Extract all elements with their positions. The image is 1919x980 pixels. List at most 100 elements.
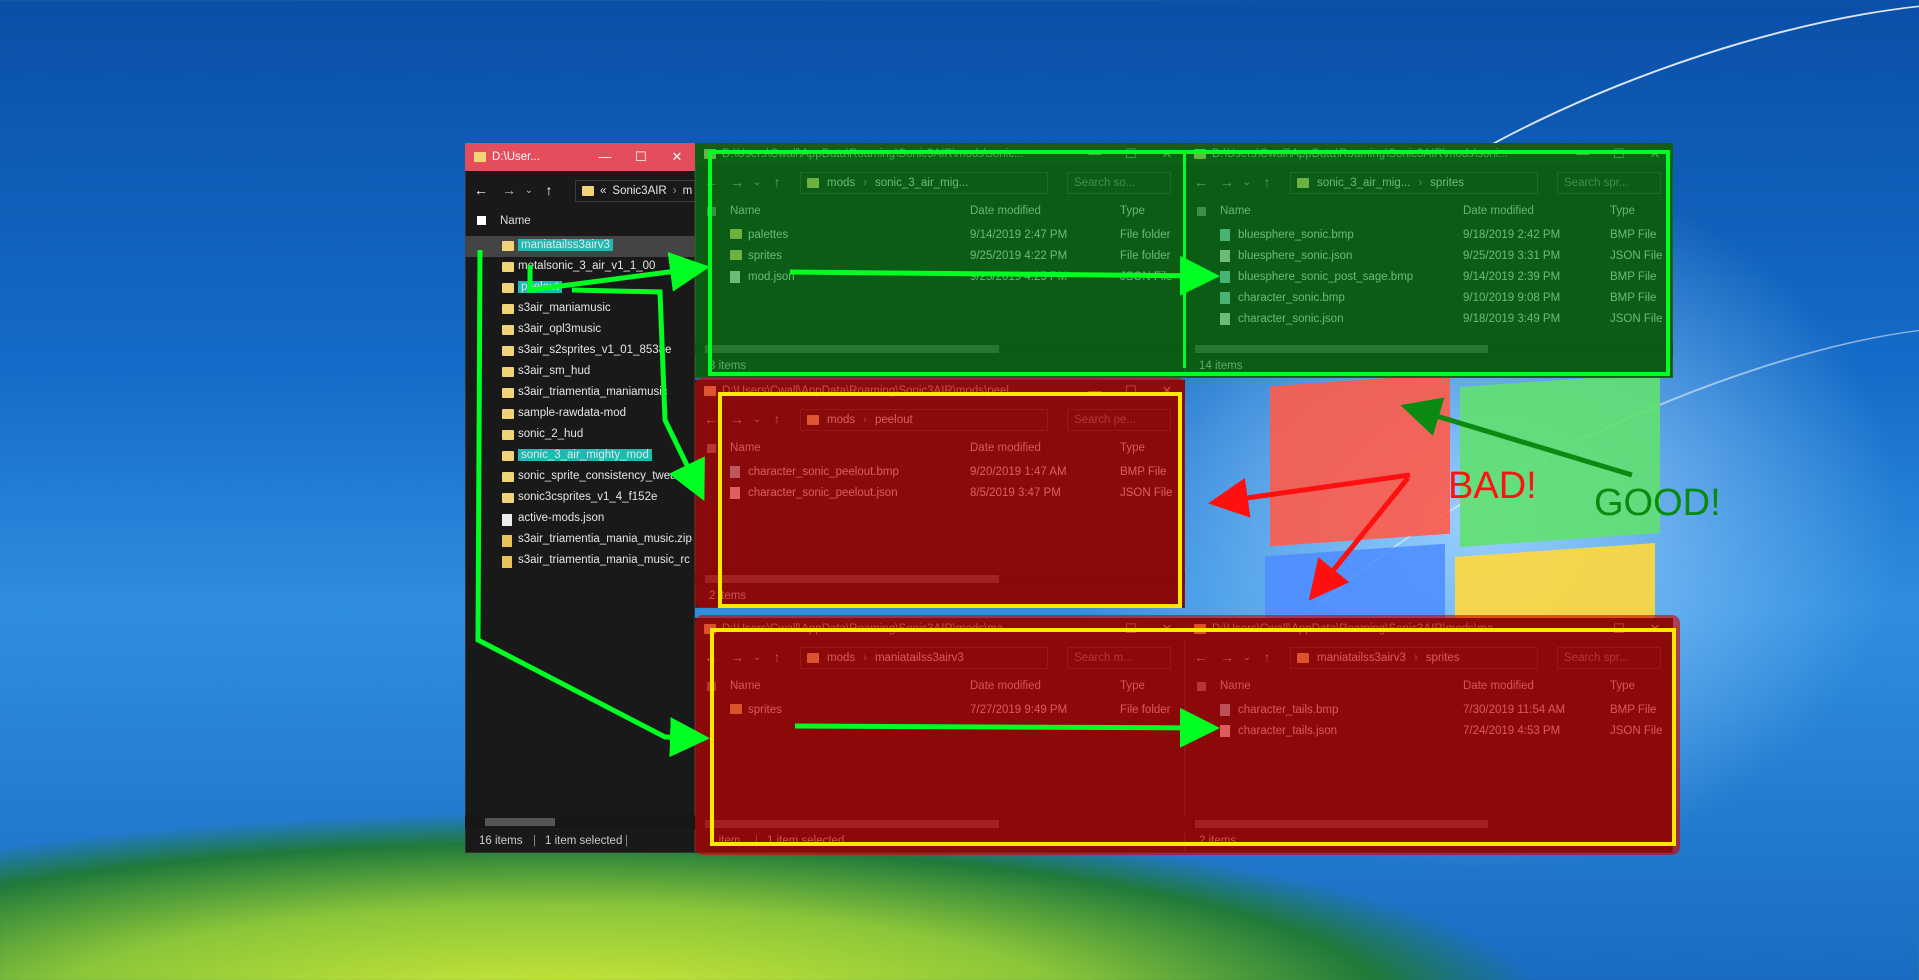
list-item[interactable]: active-mods.json (465, 509, 695, 530)
chevron-down-icon[interactable]: ⌄ (747, 652, 767, 663)
back-arrow-icon[interactable]: ← (701, 649, 721, 665)
address-crumb[interactable]: sonic_3_air_mig... (875, 177, 968, 189)
table-row[interactable]: character_sonic.bmp 9/10/2019 9:08 PM BMP … (1185, 291, 1673, 308)
address-crumb[interactable]: peelout (875, 414, 913, 426)
list-item[interactable]: s3air_maniamusic (465, 299, 695, 320)
column-header[interactable]: Name Date modified Type (1185, 201, 1673, 223)
address-crumb[interactable]: mods (827, 177, 855, 189)
list-item[interactable]: sonic_3_air_mighty_mod (465, 446, 695, 467)
column-header[interactable]: Name Date modified Type (1185, 676, 1673, 698)
column-type[interactable]: Type (1610, 205, 1635, 217)
address-crumb[interactable]: sprites (1426, 652, 1460, 664)
list-item[interactable]: maniatailss3airv3 (465, 236, 695, 257)
table-row[interactable]: character_sonic.json 9/18/2019 3:49 PM JSO… (1185, 312, 1673, 329)
table-row[interactable]: character_sonic_peelout.json 8/5/2019 3:4… (695, 486, 1185, 503)
address-crumb[interactable]: mods (827, 652, 855, 664)
list-item[interactable]: s3air_triamentia_mania_music.zip (465, 530, 695, 551)
list-item[interactable]: sonic_sprite_consistency_tweaks_ (465, 467, 695, 488)
select-all-checkbox[interactable] (707, 682, 716, 691)
select-all-checkbox[interactable] (1197, 682, 1206, 691)
address-bar[interactable]: sonic_3_air_mig... › sprites (1290, 172, 1538, 194)
title-bar[interactable]: D:\Users\Cwall\AppData\Roaming\Sonic3AIR… (1185, 618, 1673, 640)
search-input[interactable]: Search so... (1067, 172, 1171, 194)
explorer-window-peelout[interactable]: D:\Users\Cwall\AppData\Roaming\Sonic3AIR… (695, 380, 1185, 608)
horizontal-scrollbar[interactable] (1185, 342, 1673, 356)
table-row[interactable]: sprites 9/25/2019 4:22 PM File folder (695, 249, 1185, 266)
maximize-button[interactable]: ☐ (1113, 621, 1149, 637)
list-item[interactable]: s3air_triamentia_maniamusic (465, 383, 695, 404)
select-all-checkbox[interactable] (1197, 207, 1206, 216)
explorer-window-sonic3mighty-sprites[interactable]: D:\Users\Cwall\AppData\Roaming\Sonic3AIR… (1185, 143, 1673, 378)
forward-arrow-icon[interactable]: → (727, 411, 747, 427)
forward-arrow-icon[interactable]: → (499, 182, 519, 198)
forward-arrow-icon[interactable]: → (727, 174, 747, 190)
address-crumb[interactable]: sonic_3_air_mig... (1317, 177, 1410, 189)
list-item[interactable]: s3air_sm_hud (465, 362, 695, 383)
address-bar[interactable]: maniatailss3airv3 › sprites (1290, 647, 1538, 669)
maximize-button[interactable]: ☐ (1601, 621, 1637, 637)
table-row[interactable]: character_tails.json 7/24/2019 4:53 PM JSO… (1185, 724, 1673, 741)
horizontal-scrollbar[interactable] (695, 572, 1185, 586)
search-input[interactable]: Search pe... (1067, 409, 1171, 431)
table-row[interactable]: bluesphere_sonic_post_sage.bmp 9/14/2019 … (1185, 270, 1673, 287)
chevron-down-icon[interactable]: ⌄ (747, 177, 767, 188)
chevron-down-icon[interactable]: ⌄ (1237, 652, 1257, 663)
column-type[interactable]: Type (1120, 442, 1145, 454)
address-bar[interactable]: « Sonic3AIR › m (575, 180, 695, 202)
list-item[interactable]: s3air_s2sprites_v1_01_8538e (465, 341, 695, 362)
list-item[interactable]: sample-rawdata-mod (465, 404, 695, 425)
search-input[interactable]: Search spr... (1557, 647, 1661, 669)
close-button[interactable]: ✕ (1637, 146, 1673, 162)
table-row[interactable]: bluesphere_sonic.json 9/25/2019 3:31 PM JS… (1185, 249, 1673, 266)
up-arrow-icon[interactable]: ↑ (767, 174, 787, 190)
address-crumb[interactable]: maniatailss3airv3 (875, 652, 964, 664)
chevron-down-icon[interactable]: ⌄ (519, 185, 539, 196)
back-arrow-icon[interactable]: ← (1191, 174, 1211, 190)
column-type[interactable]: Type (1610, 680, 1635, 692)
table-row[interactable]: mod.json 9/25/2019 4:25 PM JSON File (695, 270, 1185, 287)
column-header[interactable]: Name Date modified Type (695, 201, 1185, 223)
column-date[interactable]: Date modified (1463, 205, 1534, 217)
up-arrow-icon[interactable]: ↑ (1257, 174, 1277, 190)
search-input[interactable]: Search spr... (1557, 172, 1661, 194)
select-all-checkbox[interactable] (477, 216, 486, 225)
select-all-checkbox[interactable] (707, 207, 716, 216)
address-crumb[interactable]: Sonic3AIR (612, 185, 666, 197)
close-button[interactable]: ✕ (1637, 621, 1673, 637)
address-bar[interactable]: mods › sonic_3_air_mig... (800, 172, 1048, 194)
column-name[interactable]: Name (500, 215, 531, 227)
column-name[interactable]: Name (730, 442, 761, 454)
explorer-window-maniatails-sprites[interactable]: D:\Users\Cwall\AppData\Roaming\Sonic3AIR… (1185, 618, 1673, 853)
list-item[interactable]: s3air_opl3music (465, 320, 695, 341)
up-arrow-icon[interactable]: ↑ (1257, 649, 1277, 665)
forward-arrow-icon[interactable]: → (1217, 174, 1237, 190)
table-row[interactable]: bluesphere_sonic.bmp 9/18/2019 2:42 PM BMP… (1185, 228, 1673, 245)
back-arrow-icon[interactable]: ← (701, 174, 721, 190)
maximize-button[interactable]: ☐ (623, 149, 659, 165)
up-arrow-icon[interactable]: ↑ (767, 411, 787, 427)
close-button[interactable]: ✕ (1149, 621, 1185, 637)
list-item[interactable]: metalsonic_3_air_v1_1_00 (465, 257, 695, 278)
table-row[interactable]: palettes 9/14/2019 2:47 PM File folder (695, 228, 1185, 245)
minimize-button[interactable]: — (1565, 621, 1601, 637)
title-bar[interactable]: D:\Users\Cwall\AppData\Roaming\Sonic3AIR… (695, 143, 1185, 165)
column-type[interactable]: Type (1120, 680, 1145, 692)
column-date[interactable]: Date modified (1463, 680, 1534, 692)
back-arrow-icon[interactable]: ← (471, 182, 491, 198)
column-header[interactable]: Name (465, 211, 695, 233)
back-arrow-icon[interactable]: ← (701, 411, 721, 427)
address-crumb-next[interactable]: m (683, 185, 693, 197)
table-row[interactable]: character_tails.bmp 7/30/2019 11:54 AM BMP… (1185, 703, 1673, 720)
column-name[interactable]: Name (1220, 205, 1251, 217)
close-button[interactable]: ✕ (659, 149, 695, 165)
column-name[interactable]: Name (730, 205, 761, 217)
forward-arrow-icon[interactable]: → (727, 649, 747, 665)
address-crumb[interactable]: maniatailss3airv3 (1317, 652, 1406, 664)
maximize-button[interactable]: ☐ (1113, 383, 1149, 399)
column-date[interactable]: Date modified (970, 680, 1041, 692)
list-item[interactable]: peelout (465, 278, 695, 299)
search-input[interactable]: Search m... (1067, 647, 1171, 669)
up-arrow-icon[interactable]: ↑ (767, 649, 787, 665)
title-bar[interactable]: D:\Users\Cwall\AppData\Roaming\Sonic3AIR… (695, 618, 1185, 640)
explorer-window-sonic3mighty-root[interactable]: D:\Users\Cwall\AppData\Roaming\Sonic3AIR… (695, 143, 1185, 378)
